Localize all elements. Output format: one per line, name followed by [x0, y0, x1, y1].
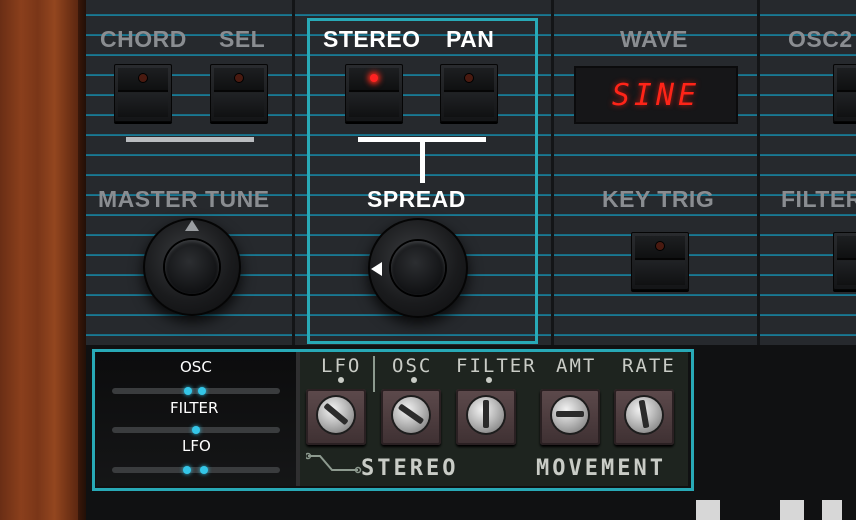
stereo-label: STEREO [323, 26, 421, 52]
modulation-section-highlight [92, 349, 694, 491]
lower-key[interactable] [780, 500, 804, 520]
filter-label: FILTER [781, 186, 856, 212]
osc2-button[interactable] [833, 64, 856, 122]
wave-label: WAVE [620, 26, 689, 52]
wave-display[interactable]: SINE [574, 66, 738, 124]
wood-side-panel [0, 0, 84, 520]
pan-led [465, 74, 473, 82]
master-tune-label: MASTER TUNE [98, 186, 270, 212]
lower-key[interactable] [696, 500, 720, 520]
chord-label: CHORD [100, 26, 187, 52]
stereo-button[interactable] [345, 64, 403, 122]
spread-label: SPREAD [367, 186, 466, 212]
bracket-stem [420, 137, 425, 183]
sel-button[interactable] [210, 64, 268, 122]
knob-pointer-icon [185, 220, 199, 231]
key-trig-label: KEY TRIG [602, 186, 715, 212]
sel-led [235, 74, 243, 82]
chord-button[interactable] [114, 64, 172, 122]
key-trig-button[interactable] [631, 232, 689, 290]
chord-led [139, 74, 147, 82]
filter-button[interactable] [833, 232, 856, 290]
pan-button[interactable] [440, 64, 498, 122]
stereo-led [370, 74, 378, 82]
sel-label: SEL [219, 26, 266, 52]
pan-label: PAN [446, 26, 495, 52]
lower-key[interactable] [822, 500, 842, 520]
chord-sel-bracket [126, 137, 254, 142]
knob-pointer-icon [371, 262, 382, 276]
master-tune-knob[interactable] [143, 218, 241, 316]
spread-knob[interactable] [368, 218, 468, 318]
section-divider [551, 0, 554, 345]
wave-display-text: SINE [611, 78, 701, 113]
key-trig-led [656, 242, 664, 250]
osc2-label: OSC2 [788, 26, 853, 52]
section-divider [757, 0, 760, 345]
section-divider [292, 0, 295, 345]
